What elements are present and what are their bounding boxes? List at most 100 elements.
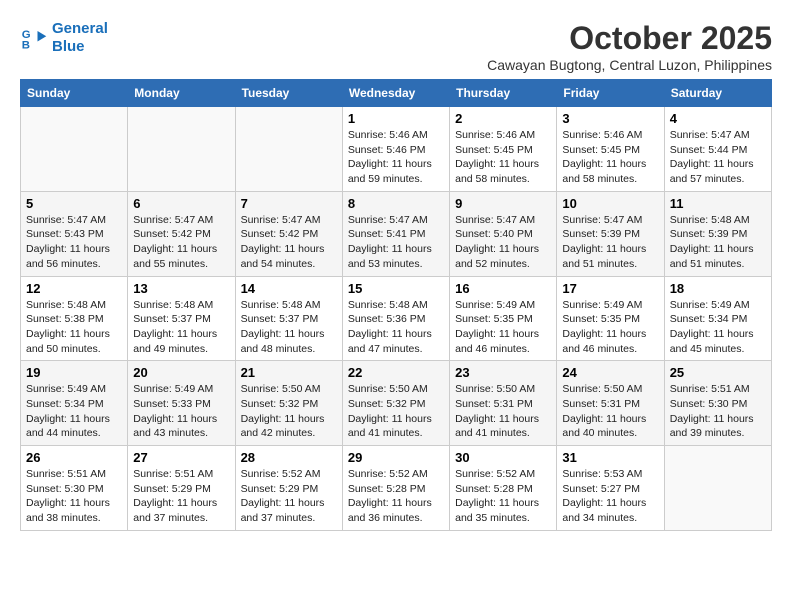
day-number: 1 (348, 111, 444, 126)
day-info: Sunrise: 5:47 AMSunset: 5:43 PMDaylight:… (26, 213, 122, 272)
day-info: Sunrise: 5:48 AMSunset: 5:39 PMDaylight:… (670, 213, 766, 272)
day-info: Sunrise: 5:51 AMSunset: 5:29 PMDaylight:… (133, 467, 229, 526)
calendar-cell: 13Sunrise: 5:48 AMSunset: 5:37 PMDayligh… (128, 276, 235, 361)
calendar-cell: 19 Sunrise: 5:49 AMSunset: 5:34 PMDayligh… (21, 361, 128, 446)
day-info: Sunrise: 5:47 AMSunset: 5:40 PMDaylight:… (455, 213, 551, 272)
day-number: 27 (133, 450, 229, 465)
day-number: 14 (241, 281, 337, 296)
calendar-cell: 22 Sunrise: 5:50 AMSunset: 5:32 PMDayligh… (342, 361, 449, 446)
calendar-cell: 2Sunrise: 5:46 AMSunset: 5:45 PMDaylight… (450, 107, 557, 192)
day-info: Sunrise: 5:47 AMSunset: 5:42 PMDaylight:… (133, 213, 229, 272)
calendar-cell: 7 Sunrise: 5:47 AMSunset: 5:42 PMDaylight… (235, 191, 342, 276)
header-day-monday: Monday (128, 80, 235, 107)
calendar-week-5: 26 Sunrise: 5:51 AMSunset: 5:30 PMDayligh… (21, 446, 772, 531)
day-info: Sunrise: 5:48 AMSunset: 5:38 PMDaylight:… (26, 298, 122, 357)
day-info: Sunrise: 5:49 AMSunset: 5:33 PMDaylight:… (133, 382, 229, 441)
day-number: 6 (133, 196, 229, 211)
day-info: Sunrise: 5:48 AMSunset: 5:36 PMDaylight:… (348, 298, 444, 357)
calendar-week-3: 12Sunrise: 5:48 AMSunset: 5:38 PMDayligh… (21, 276, 772, 361)
calendar-cell: 15 Sunrise: 5:48 AMSunset: 5:36 PMDayligh… (342, 276, 449, 361)
day-info: Sunrise: 5:47 AMSunset: 5:41 PMDaylight:… (348, 213, 444, 272)
calendar-cell: 30 Sunrise: 5:52 AMSunset: 5:28 PMDayligh… (450, 446, 557, 531)
day-number: 16 (455, 281, 551, 296)
day-number: 7 (241, 196, 337, 211)
day-info: Sunrise: 5:49 AMSunset: 5:34 PMDaylight:… (670, 298, 766, 357)
day-number: 30 (455, 450, 551, 465)
calendar-cell: 10Sunrise: 5:47 AMSunset: 5:39 PMDayligh… (557, 191, 664, 276)
day-info: Sunrise: 5:49 AMSunset: 5:34 PMDaylight:… (26, 382, 122, 441)
day-info: Sunrise: 5:46 AMSunset: 5:46 PMDaylight:… (348, 128, 444, 187)
calendar-cell: 16 Sunrise: 5:49 AMSunset: 5:35 PMDayligh… (450, 276, 557, 361)
calendar-week-1: 1 Sunrise: 5:46 AMSunset: 5:46 PMDaylight… (21, 107, 772, 192)
day-number: 28 (241, 450, 337, 465)
header-day-friday: Friday (557, 80, 664, 107)
calendar-cell (664, 446, 771, 531)
calendar-cell (235, 107, 342, 192)
day-number: 29 (348, 450, 444, 465)
day-info: Sunrise: 5:49 AMSunset: 5:35 PMDaylight:… (455, 298, 551, 357)
header-day-saturday: Saturday (664, 80, 771, 107)
calendar-cell: 25Sunrise: 5:51 AMSunset: 5:30 PMDayligh… (664, 361, 771, 446)
day-info: Sunrise: 5:47 AMSunset: 5:39 PMDaylight:… (562, 213, 658, 272)
header-day-sunday: Sunday (21, 80, 128, 107)
logo-text: GeneralBlue (52, 20, 108, 56)
day-number: 26 (26, 450, 122, 465)
calendar-cell (21, 107, 128, 192)
title-area: October 2025 Cawayan Bugtong, Central Lu… (487, 20, 772, 73)
day-number: 15 (348, 281, 444, 296)
day-info: Sunrise: 5:53 AMSunset: 5:27 PMDaylight:… (562, 467, 658, 526)
day-number: 13 (133, 281, 229, 296)
day-info: Sunrise: 5:50 AMSunset: 5:31 PMDaylight:… (455, 382, 551, 441)
day-number: 24 (562, 365, 658, 380)
day-info: Sunrise: 5:50 AMSunset: 5:32 PMDaylight:… (348, 382, 444, 441)
logo: G B GeneralBlue (20, 20, 108, 56)
logo-icon: G B (20, 24, 48, 52)
calendar-cell: 28Sunrise: 5:52 AMSunset: 5:29 PMDayligh… (235, 446, 342, 531)
day-info: Sunrise: 5:46 AMSunset: 5:45 PMDaylight:… (455, 128, 551, 187)
calendar-cell: 6 Sunrise: 5:47 AMSunset: 5:42 PMDaylight… (128, 191, 235, 276)
day-number: 5 (26, 196, 122, 211)
calendar-header-row: SundayMondayTuesdayWednesdayThursdayFrid… (21, 80, 772, 107)
header-day-tuesday: Tuesday (235, 80, 342, 107)
day-info: Sunrise: 5:48 AMSunset: 5:37 PMDaylight:… (241, 298, 337, 357)
calendar-cell: 27 Sunrise: 5:51 AMSunset: 5:29 PMDayligh… (128, 446, 235, 531)
calendar-cell: 20 Sunrise: 5:49 AMSunset: 5:33 PMDayligh… (128, 361, 235, 446)
calendar-table: SundayMondayTuesdayWednesdayThursdayFrid… (20, 79, 772, 531)
calendar-cell: 11 Sunrise: 5:48 AMSunset: 5:39 PMDayligh… (664, 191, 771, 276)
day-info: Sunrise: 5:47 AMSunset: 5:42 PMDaylight:… (241, 213, 337, 272)
header: G B GeneralBlue October 2025 Cawayan Bug… (20, 20, 772, 73)
day-number: 4 (670, 111, 766, 126)
day-info: Sunrise: 5:52 AMSunset: 5:28 PMDaylight:… (455, 467, 551, 526)
calendar-week-4: 19 Sunrise: 5:49 AMSunset: 5:34 PMDayligh… (21, 361, 772, 446)
day-info: Sunrise: 5:51 AMSunset: 5:30 PMDaylight:… (26, 467, 122, 526)
header-day-thursday: Thursday (450, 80, 557, 107)
calendar-cell: 8Sunrise: 5:47 AMSunset: 5:41 PMDaylight… (342, 191, 449, 276)
day-number: 9 (455, 196, 551, 211)
calendar-cell: 18Sunrise: 5:49 AMSunset: 5:34 PMDayligh… (664, 276, 771, 361)
calendar-cell: 29Sunrise: 5:52 AMSunset: 5:28 PMDayligh… (342, 446, 449, 531)
calendar-cell: 4Sunrise: 5:47 AMSunset: 5:44 PMDaylight… (664, 107, 771, 192)
header-day-wednesday: Wednesday (342, 80, 449, 107)
day-number: 23 (455, 365, 551, 380)
day-number: 17 (562, 281, 658, 296)
day-info: Sunrise: 5:46 AMSunset: 5:45 PMDaylight:… (562, 128, 658, 187)
day-number: 19 (26, 365, 122, 380)
day-number: 20 (133, 365, 229, 380)
calendar-cell: 31Sunrise: 5:53 AMSunset: 5:27 PMDayligh… (557, 446, 664, 531)
day-info: Sunrise: 5:49 AMSunset: 5:35 PMDaylight:… (562, 298, 658, 357)
day-number: 22 (348, 365, 444, 380)
month-title: October 2025 (487, 20, 772, 57)
svg-text:B: B (22, 40, 30, 52)
day-number: 21 (241, 365, 337, 380)
calendar-cell: 21 Sunrise: 5:50 AMSunset: 5:32 PMDayligh… (235, 361, 342, 446)
calendar-week-2: 5 Sunrise: 5:47 AMSunset: 5:43 PMDaylight… (21, 191, 772, 276)
day-number: 11 (670, 196, 766, 211)
calendar-cell: 3Sunrise: 5:46 AMSunset: 5:45 PMDaylight… (557, 107, 664, 192)
calendar-cell: 12Sunrise: 5:48 AMSunset: 5:38 PMDayligh… (21, 276, 128, 361)
calendar-cell: 14 Sunrise: 5:48 AMSunset: 5:37 PMDayligh… (235, 276, 342, 361)
calendar-cell: 1 Sunrise: 5:46 AMSunset: 5:46 PMDaylight… (342, 107, 449, 192)
day-info: Sunrise: 5:50 AMSunset: 5:32 PMDaylight:… (241, 382, 337, 441)
calendar-cell: 17 Sunrise: 5:49 AMSunset: 5:35 PMDayligh… (557, 276, 664, 361)
day-info: Sunrise: 5:51 AMSunset: 5:30 PMDaylight:… (670, 382, 766, 441)
calendar-cell: 5 Sunrise: 5:47 AMSunset: 5:43 PMDaylight… (21, 191, 128, 276)
